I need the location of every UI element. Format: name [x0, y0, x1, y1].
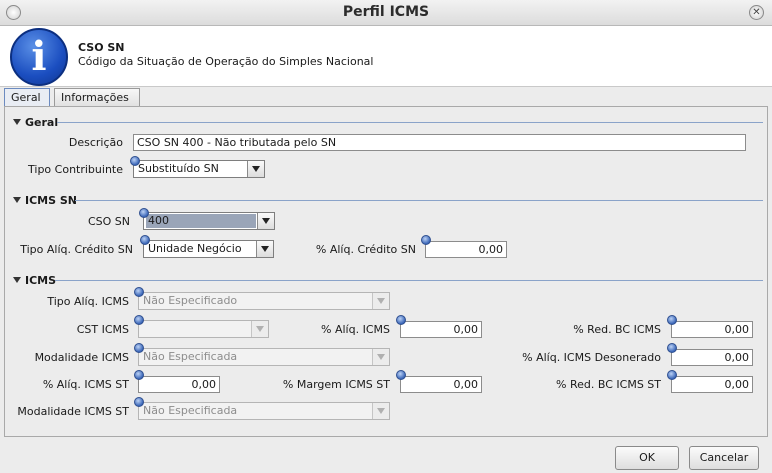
section-geral-header[interactable]: Geral: [13, 116, 59, 129]
hint-icon: [667, 315, 677, 325]
dropdown-arrow-icon[interactable]: [372, 403, 389, 419]
dialog-header: i CSO SN Código da Situação de Operação …: [0, 26, 772, 87]
dropdown-arrow-icon[interactable]: [257, 213, 274, 229]
modalidade-icms-value: Não Especificada: [143, 350, 238, 363]
section-divider: [75, 200, 763, 201]
hint-icon: [667, 370, 677, 380]
tab-informacoes[interactable]: Informações: [54, 88, 140, 107]
dropdown-arrow-icon[interactable]: [247, 161, 264, 177]
cso-sn-value: 400: [146, 214, 256, 228]
modalidade-icms-st-value: Não Especificada: [143, 404, 238, 417]
tab-geral[interactable]: Geral: [4, 88, 50, 107]
tipo-aliq-icms-label: Tipo Alíq. ICMS: [47, 295, 129, 308]
aliq-icms-desonerado-label: % Alíq. ICMS Desonerado: [522, 351, 661, 364]
hint-icon: [130, 156, 140, 166]
descricao-field[interactable]: CSO SN 400 - Não tributada pelo SN: [133, 134, 746, 151]
tipo-aliq-credito-select[interactable]: Unidade Negócio: [143, 240, 274, 258]
hint-icon: [134, 343, 144, 353]
red-bc-icms-st-field[interactable]: 0,00: [671, 376, 753, 393]
collapse-arrow-icon[interactable]: [13, 119, 21, 125]
section-icms-sn-header[interactable]: ICMS SN: [13, 194, 77, 207]
cst-icms-label: CST ICMS: [76, 323, 129, 336]
margem-icms-st-label: % Margem ICMS ST: [282, 378, 390, 391]
red-bc-icms-st-label: % Red. BC ICMS ST: [556, 378, 661, 391]
descricao-label: Descrição: [68, 136, 123, 149]
dropdown-arrow-icon[interactable]: [372, 293, 389, 309]
tab-panel-geral: Geral Descrição CSO SN 400 - Não tributa…: [4, 106, 768, 437]
modalidade-icms-label: Modalidade ICMS: [34, 351, 129, 364]
aliq-icms-label: % Alíq. ICMS: [321, 323, 390, 336]
aliq-icms-st-field[interactable]: 0,00: [138, 376, 220, 393]
collapse-arrow-icon[interactable]: [13, 197, 21, 203]
cso-sn-select[interactable]: 400: [143, 212, 275, 230]
hint-icon: [134, 397, 144, 407]
aliq-credito-field[interactable]: 0,00: [425, 241, 507, 258]
info-icon: i: [10, 28, 68, 86]
cancel-button[interactable]: Cancelar: [689, 446, 759, 470]
header-title: CSO SN: [78, 41, 125, 54]
section-icms-header[interactable]: ICMS: [13, 274, 57, 287]
section-divider: [57, 122, 763, 123]
section-icms-title: ICMS: [25, 274, 57, 287]
hint-icon: [140, 235, 150, 245]
modalidade-icms-st-label: Modalidade ICMS ST: [17, 405, 129, 418]
dropdown-arrow-icon[interactable]: [256, 241, 273, 257]
cso-sn-label: CSO SN: [87, 215, 130, 228]
tipo-aliq-icms-select[interactable]: Não Especificado: [138, 292, 390, 310]
tipo-aliq-credito-label: Tipo Alíq. Crédito SN: [20, 243, 133, 256]
hint-icon: [421, 235, 431, 245]
hint-icon: [134, 315, 144, 325]
close-icon[interactable]: ✕: [749, 5, 764, 20]
aliq-credito-label: % Alíq. Crédito SN: [315, 243, 416, 256]
aliq-icms-field[interactable]: 0,00: [400, 321, 482, 338]
hint-icon: [396, 370, 406, 380]
section-geral-title: Geral: [25, 116, 59, 129]
dropdown-arrow-icon[interactable]: [251, 321, 268, 337]
hint-icon: [134, 370, 144, 380]
cst-icms-value: [141, 322, 250, 336]
ok-button[interactable]: OK: [615, 446, 679, 470]
hint-icon: [396, 315, 406, 325]
tipo-contribuinte-value: Substituído SN: [138, 162, 219, 175]
header-subtitle: Código da Situação de Operação do Simple…: [78, 55, 374, 68]
red-bc-icms-label: % Red. BC ICMS: [573, 323, 661, 336]
aliq-icms-st-label: % Alíq. ICMS ST: [42, 378, 129, 391]
tipo-aliq-credito-value: Unidade Negócio: [148, 242, 242, 255]
hint-icon: [139, 208, 149, 218]
section-divider: [55, 280, 763, 281]
red-bc-icms-field[interactable]: 0,00: [671, 321, 753, 338]
margem-icms-st-field[interactable]: 0,00: [400, 376, 482, 393]
title-bar: Perfil ICMS ✕: [0, 0, 772, 26]
tipo-contribuinte-label: Tipo Contribuinte: [28, 163, 123, 176]
section-icms-sn-title: ICMS SN: [25, 194, 77, 207]
dropdown-arrow-icon[interactable]: [372, 349, 389, 365]
modalidade-icms-select[interactable]: Não Especificada: [138, 348, 390, 366]
aliq-icms-desonerado-field[interactable]: 0,00: [671, 349, 753, 366]
modalidade-icms-st-select[interactable]: Não Especificada: [138, 402, 390, 420]
collapse-arrow-icon[interactable]: [13, 277, 21, 283]
tipo-aliq-icms-value: Não Especificado: [143, 294, 238, 307]
hint-icon: [667, 343, 677, 353]
hint-icon: [134, 287, 144, 297]
window-title: Perfil ICMS: [342, 4, 430, 20]
tipo-contribuinte-select[interactable]: Substituído SN: [133, 160, 265, 178]
cst-icms-select[interactable]: [138, 320, 269, 338]
